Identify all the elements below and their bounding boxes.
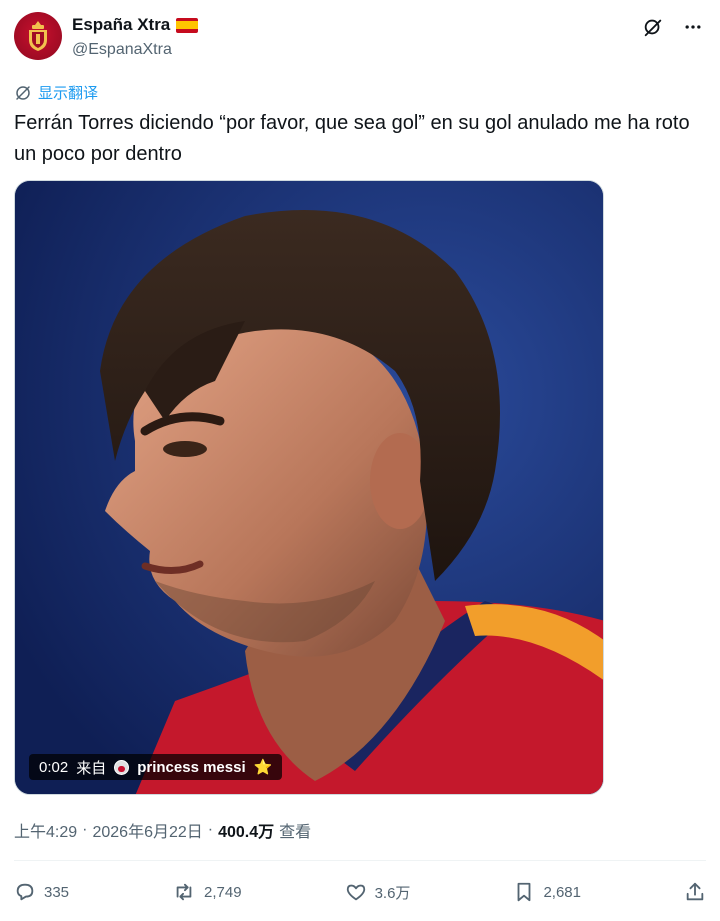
reply-count: 335 xyxy=(44,883,70,901)
views-label: 查看 xyxy=(279,824,312,841)
share-icon xyxy=(686,882,704,901)
author-display-name[interactable]: España Xtra xyxy=(72,14,170,36)
spain-flag-icon xyxy=(176,17,199,33)
crest-icon xyxy=(29,21,47,51)
translate-icon xyxy=(16,85,30,100)
show-translation-label[interactable]: 显示翻译 xyxy=(38,82,98,103)
meta-separator: · xyxy=(82,821,88,838)
like-count: 3.6万 xyxy=(374,884,411,902)
video-badge: 0:02 来自 princess messi ⭐ xyxy=(29,754,283,780)
tweet-header: España Xtra @EspanaXtra xyxy=(14,12,706,64)
from-label: 来自 xyxy=(76,759,107,777)
tweet-date[interactable]: 2026年6月22日 xyxy=(92,818,202,842)
action-bar: 335 2,749 3.6万 2,681 xyxy=(14,876,706,908)
video-frame xyxy=(15,181,603,794)
bookmark-count: 2,681 xyxy=(543,883,581,901)
author-avatar[interactable] xyxy=(14,12,62,60)
tweet-time[interactable]: 上午4:29 xyxy=(14,818,77,842)
reply-icon xyxy=(16,883,34,901)
bookmark-icon xyxy=(518,882,531,902)
grok-icon[interactable] xyxy=(640,14,666,40)
views-count: 400.4万 xyxy=(218,824,275,841)
tweet-text: Ferrán Torres diciendo “por favor, que s… xyxy=(14,112,690,165)
share-button[interactable] xyxy=(684,881,706,903)
author-names: España Xtra @EspanaXtra xyxy=(72,14,199,61)
author-handle[interactable]: @EspanaXtra xyxy=(72,39,198,61)
heart-icon xyxy=(346,884,365,901)
header-actions xyxy=(640,14,706,40)
meta-separator: · xyxy=(207,821,214,838)
more-dots-icon[interactable] xyxy=(680,14,706,40)
divider xyxy=(14,860,706,861)
show-translation-link[interactable]: 显示翻译 xyxy=(14,82,98,103)
repost-icon xyxy=(176,883,192,901)
video-player[interactable]: 0:02 来自 princess messi ⭐ xyxy=(14,180,604,795)
source-user[interactable]: princess messi xyxy=(137,759,245,776)
video-duration: 0:02 xyxy=(39,758,69,776)
repost-count: 2,749 xyxy=(204,883,242,901)
like-button[interactable]: 3.6万 xyxy=(345,881,411,903)
bookmark-button[interactable]: 2,681 xyxy=(513,881,581,903)
tweet-meta: 上午4:29 · 2026年6月22日 · 400.4万 查看 xyxy=(14,818,311,842)
star-icon: ⭐ xyxy=(253,759,273,776)
source-avatar xyxy=(114,759,130,775)
repost-button[interactable]: 2,749 xyxy=(172,881,242,903)
reply-button[interactable]: 335 xyxy=(14,881,69,903)
author-display-name-row[interactable]: España Xtra xyxy=(72,14,199,36)
